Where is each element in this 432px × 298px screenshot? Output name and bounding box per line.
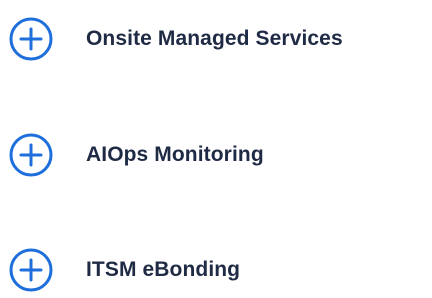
services-accordion: Onsite Managed Services AIOps Monitoring… [0,0,432,295]
plus-circle-icon[interactable] [8,132,54,178]
accordion-item-label: ITSM eBonding [86,258,241,281]
accordion-item-label: AIOps Monitoring [86,143,264,166]
accordion-item-label: Onsite Managed Services [86,27,343,50]
accordion-item-aiops-monitoring[interactable]: AIOps Monitoring [0,127,432,183]
plus-circle-icon[interactable] [8,247,54,293]
accordion-item-itsm-ebonding[interactable]: ITSM eBonding [0,242,432,298]
plus-circle-icon[interactable] [8,16,54,62]
accordion-item-onsite-managed-services[interactable]: Onsite Managed Services [0,11,432,67]
